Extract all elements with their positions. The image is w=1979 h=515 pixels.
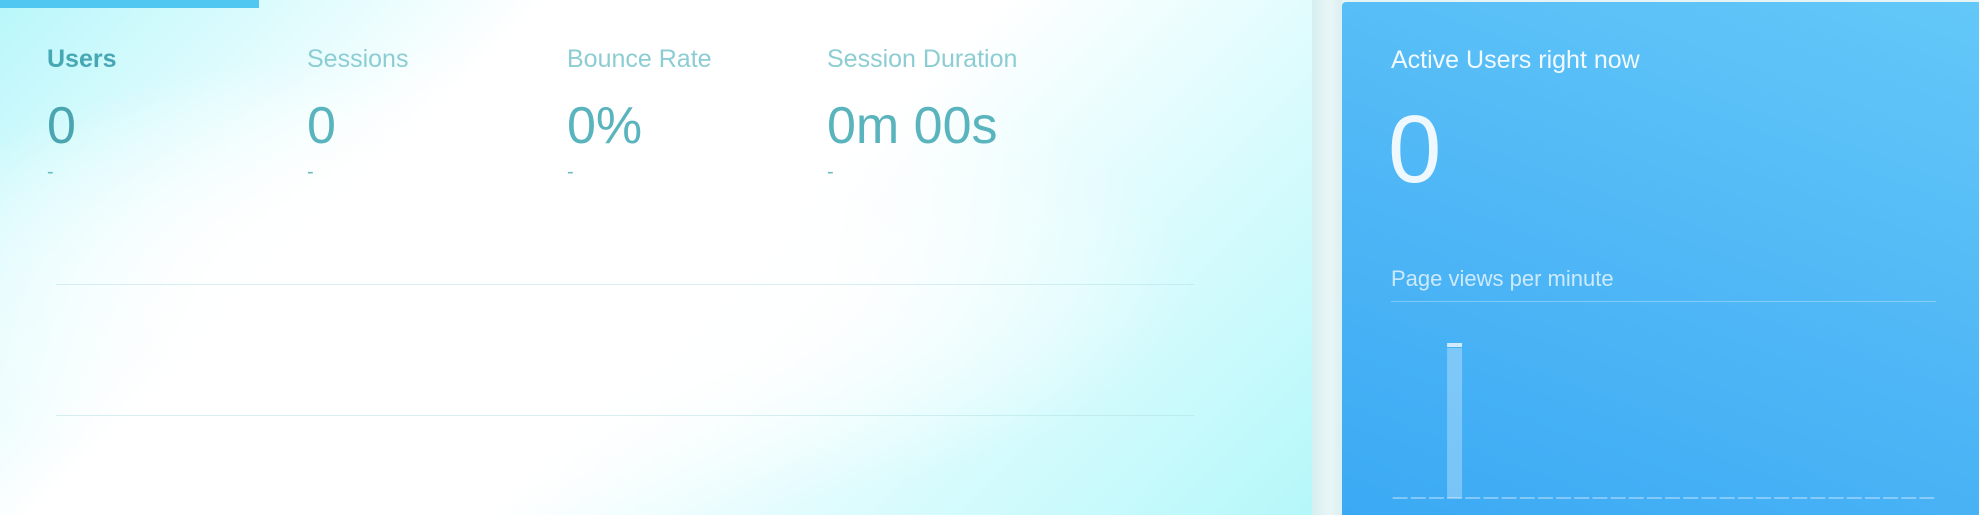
pageviews-divider: [1391, 301, 1936, 302]
metric-tabs: Users 0 - Sessions 0 - Bounce Rate 0% - …: [47, 44, 1087, 182]
pageviews-baseline-tick: [1410, 497, 1426, 499]
active-users-count: 0: [1388, 96, 1442, 203]
pageviews-baseline-tick: [1610, 497, 1626, 499]
pageviews-bar-cap: [1447, 343, 1463, 347]
pageviews-baseline-tick: [1574, 497, 1590, 499]
pageviews-baseline-tick: [1919, 497, 1935, 499]
realtime-title: Active Users right now: [1391, 46, 1640, 74]
pageviews-baseline-tick: [1755, 497, 1771, 499]
pageviews-baseline-tick: [1665, 497, 1681, 499]
metric-value: 0m 00s: [827, 97, 998, 155]
pageviews-baseline-tick: [1810, 497, 1826, 499]
pageviews-label: Page views per minute: [1391, 266, 1614, 291]
metric-tab-users[interactable]: Users 0 -: [47, 44, 307, 182]
pageviews-baseline-tick: [1883, 497, 1899, 499]
pageviews-bar-chart: [1392, 343, 1935, 499]
metric-tab-session-duration[interactable]: Session Duration 0m 00s -: [827, 44, 1087, 182]
pageviews-baseline-tick: [1556, 497, 1572, 499]
pageviews-baseline-tick: [1901, 497, 1917, 499]
pageviews-baseline-tick: [1864, 497, 1880, 499]
pageviews-baseline-tick: [1828, 497, 1844, 499]
realtime-card: Active Users right now 0 Page views per …: [1342, 2, 1979, 515]
metric-delta: -: [47, 161, 54, 183]
metric-value: 0: [47, 97, 76, 155]
pageviews-baseline-tick: [1483, 497, 1499, 499]
pageviews-baseline-tick: [1592, 497, 1608, 499]
pageviews-baseline-tick: [1537, 497, 1553, 499]
pageviews-baseline-tick: [1519, 497, 1535, 499]
metric-delta: -: [827, 161, 834, 183]
pageviews-baseline-tick: [1774, 497, 1790, 499]
metric-value: 0%: [567, 97, 643, 155]
selected-metric-indicator: [0, 0, 259, 8]
chart-gridline: [56, 284, 1194, 285]
metric-label: Bounce Rate: [567, 45, 712, 73]
pageviews-baseline-tick: [1701, 497, 1717, 499]
pageviews-baseline-tick: [1392, 497, 1408, 499]
metric-delta: -: [307, 161, 314, 183]
metric-label: Sessions: [307, 45, 409, 73]
pageviews-baseline-tick: [1428, 497, 1444, 499]
card-separator: [1312, 0, 1342, 515]
metric-tab-sessions[interactable]: Sessions 0 -: [307, 44, 567, 182]
pageviews-baseline-tick: [1465, 497, 1481, 499]
pageviews-baseline-tick: [1628, 497, 1644, 499]
metric-value: 0: [307, 97, 336, 155]
pageviews-bar: [1447, 348, 1463, 498]
pageviews-baseline-tick: [1683, 497, 1699, 499]
chart-gridline: [56, 415, 1194, 416]
pageviews-baseline-tick: [1792, 497, 1808, 499]
metric-delta: -: [567, 161, 574, 183]
metric-label: Users: [47, 45, 117, 73]
pageviews-baseline-tick: [1719, 497, 1735, 499]
pageviews-baseline-tick: [1646, 497, 1662, 499]
pageviews-baseline-tick: [1501, 497, 1517, 499]
overview-card: Users 0 - Sessions 0 - Bounce Rate 0% - …: [0, 0, 1312, 515]
pageviews-baseline-tick: [1737, 497, 1753, 499]
metric-label: Session Duration: [827, 45, 1018, 73]
metric-tab-bounce-rate[interactable]: Bounce Rate 0% -: [567, 44, 827, 182]
pageviews-baseline-tick: [1846, 497, 1862, 499]
analytics-dashboard: Users 0 - Sessions 0 - Bounce Rate 0% - …: [0, 0, 1979, 515]
